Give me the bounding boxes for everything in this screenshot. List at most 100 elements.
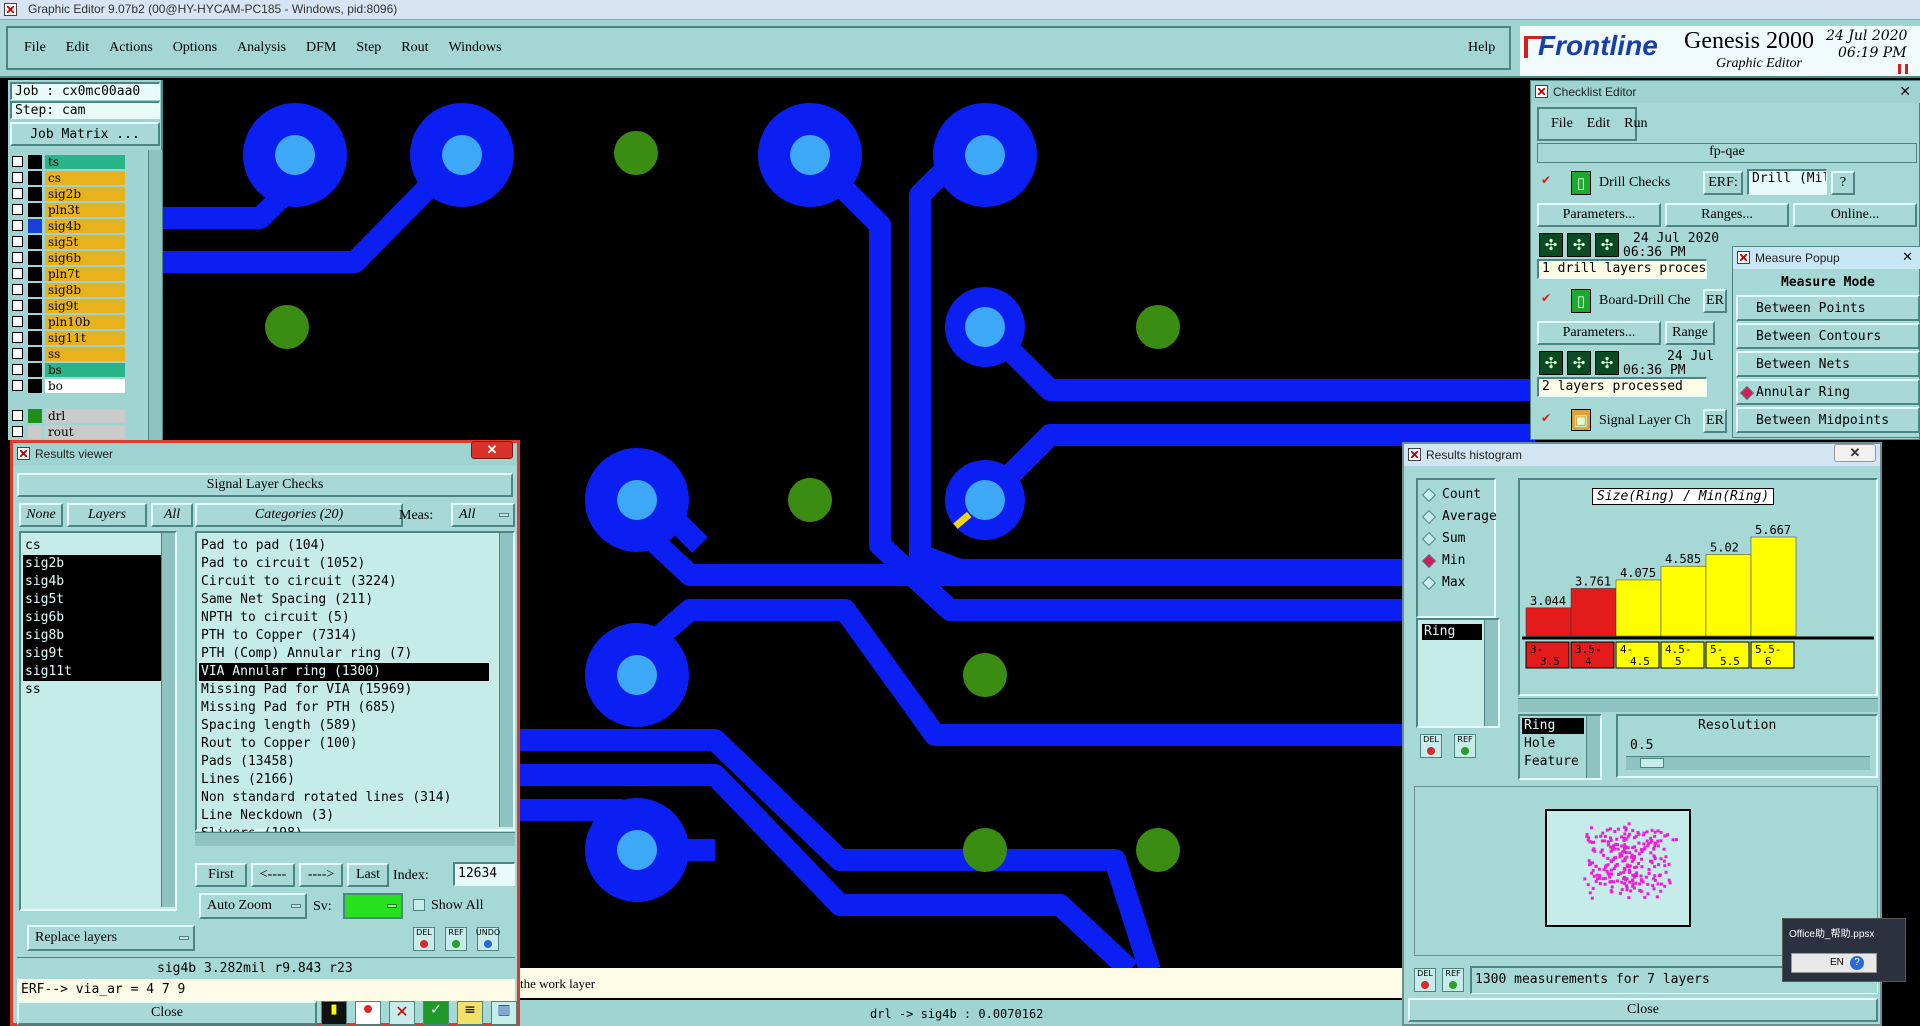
layer-checkbox[interactable] [12, 252, 23, 263]
meas-select[interactable]: All [451, 503, 515, 527]
layer-checkbox[interactable] [12, 426, 23, 437]
layer-row[interactable]: ss [10, 346, 130, 362]
layer-checkbox[interactable] [12, 348, 23, 359]
category-hscroll[interactable] [195, 832, 515, 846]
category-item[interactable]: Pads (13458) [199, 753, 489, 771]
histogram-option-radio[interactable] [1421, 575, 1437, 591]
check-drill-erf-value[interactable]: Drill (Mil [1747, 169, 1827, 195]
tool-bars-icon[interactable]: ▥ [491, 1001, 517, 1025]
axis-item-ring[interactable]: Ring [1522, 718, 1584, 734]
category-item[interactable]: Line Neckdown (3) [199, 807, 489, 825]
layer-row[interactable]: rout [10, 424, 130, 440]
histogram-bar[interactable] [1750, 536, 1797, 637]
rv-close-button[interactable]: Close [17, 1001, 317, 1025]
checklist-menu-file[interactable]: File [1551, 116, 1573, 132]
histogram-list-scrollbar[interactable] [1484, 620, 1498, 726]
histogram-list-item[interactable]: Ring [1422, 624, 1482, 640]
category-item[interactable]: VIA Annular ring (1300) [199, 663, 489, 681]
menu-rout[interactable]: Rout [401, 40, 428, 56]
menu-analysis[interactable]: Analysis [237, 40, 286, 56]
axis-list-scrollbar[interactable] [1586, 716, 1600, 778]
histogram-option-radio[interactable] [1421, 487, 1437, 503]
measure-mode-item[interactable]: Between Points [1736, 295, 1920, 321]
histogram-close-button[interactable]: Close [1408, 998, 1878, 1022]
measure-mode-item[interactable]: Annular Ring [1736, 379, 1920, 405]
check-drill-online[interactable]: Online... [1793, 203, 1917, 227]
layer-row[interactable]: sig8b [10, 282, 130, 298]
check-drill-help[interactable]: ? [1831, 171, 1855, 195]
check-enabled-icon[interactable]: ✔ [1541, 291, 1551, 305]
histogram-option-radio[interactable] [1421, 553, 1437, 569]
histogram-bar[interactable] [1525, 607, 1572, 637]
layer-row[interactable]: sig5t [10, 234, 130, 250]
rv-layer-item[interactable]: cs [23, 537, 163, 555]
category-item[interactable]: PTH to Copper (7314) [199, 627, 489, 645]
histogram-close-x[interactable]: ✕ [1834, 444, 1876, 462]
layer-row[interactable]: bo [10, 378, 130, 394]
hist-ref-button[interactable]: REF [1454, 734, 1476, 758]
menu-file[interactable]: File [24, 40, 46, 56]
layer-row[interactable]: sig4b [10, 218, 130, 234]
histogram-option-radio[interactable] [1421, 531, 1437, 547]
layer-row[interactable]: cs [10, 170, 130, 186]
menu-edit[interactable]: Edit [66, 40, 89, 56]
check-board-drill-label[interactable]: Board-Drill Che [1599, 293, 1690, 309]
measure-mode-item[interactable]: Between Midpoints [1736, 407, 1920, 433]
undo-button[interactable]: UNDO [476, 927, 500, 951]
category-item[interactable]: Rout to Copper (100) [199, 735, 489, 753]
category-item[interactable]: Missing Pad for VIA (15969) [199, 681, 489, 699]
histogram-bar[interactable] [1705, 554, 1752, 637]
last-button[interactable]: Last [347, 863, 389, 887]
layer-row[interactable]: pln10b [10, 314, 130, 330]
menu-step[interactable]: Step [356, 40, 381, 56]
sv-color-select[interactable] [343, 893, 403, 919]
histogram-bar[interactable] [1570, 588, 1617, 637]
layer-checkbox[interactable] [12, 410, 23, 421]
tool-list-icon[interactable]: ≡ [457, 1001, 483, 1025]
layer-checkbox[interactable] [12, 156, 23, 167]
axis-item-feature[interactable]: Feature [1522, 754, 1579, 769]
ime-lang[interactable]: EN [1830, 957, 1844, 968]
measure-mode-item[interactable]: Between Nets [1736, 351, 1920, 377]
tool-record-icon[interactable] [355, 1001, 381, 1025]
category-item[interactable]: Pad to pad (104) [199, 537, 489, 555]
run-icon[interactable]: ✣ [1595, 233, 1619, 257]
rv-layer-item[interactable]: sig8b [23, 627, 163, 645]
menu-actions[interactable]: Actions [109, 40, 153, 56]
menu-windows[interactable]: Windows [449, 40, 502, 56]
category-item[interactable]: Non standard rotated lines (314) [199, 789, 489, 807]
check-enabled-icon[interactable]: ✔ [1541, 173, 1553, 187]
check-drill-ranges[interactable]: Ranges... [1665, 203, 1789, 227]
measure-popup-close-icon[interactable]: ✕ [1902, 249, 1913, 265]
hist-del-button-bottom[interactable]: DEL [1414, 968, 1436, 992]
tool-cross-icon[interactable]: ✕ [389, 1001, 415, 1025]
rv-layer-item[interactable]: sig11t [23, 663, 163, 681]
hist-del-button[interactable]: DEL [1420, 734, 1442, 758]
menu-options[interactable]: Options [173, 40, 217, 56]
layer-checkbox[interactable] [12, 300, 23, 311]
histogram-bar[interactable] [1615, 579, 1662, 637]
next-button[interactable]: ----> [299, 863, 343, 887]
layer-checkbox[interactable] [12, 188, 23, 199]
run-icon[interactable]: ✣ [1567, 233, 1591, 257]
run-icon[interactable]: ✣ [1567, 351, 1591, 375]
replace-layers-select[interactable]: Replace layers [27, 925, 195, 951]
rv-layer-item[interactable]: ss [23, 681, 163, 699]
category-item[interactable]: Spacing length (589) [199, 717, 489, 735]
check-signal-label[interactable]: Signal Layer Ch [1599, 413, 1691, 429]
help-circle-icon[interactable]: ? [1850, 956, 1864, 970]
layer-row[interactable]: bs [10, 362, 130, 378]
show-all-checkbox[interactable] [413, 899, 425, 911]
layers-tab[interactable]: Layers [67, 503, 147, 527]
measure-mode-item[interactable]: Between Contours [1736, 323, 1920, 349]
check-board-drill-params[interactable]: Parameters... [1537, 321, 1661, 345]
check-enabled-icon[interactable]: ✔ [1541, 411, 1551, 425]
category-item[interactable]: PTH (Comp) Annular ring (7) [199, 645, 489, 663]
results-viewer-close-x[interactable]: ✕ [471, 441, 513, 459]
ref-button[interactable]: REF [445, 927, 467, 951]
rv-layer-item[interactable]: sig4b [23, 573, 163, 591]
resolution-slider[interactable] [1626, 756, 1870, 770]
check-drill-label[interactable]: Drill Checks [1599, 175, 1670, 191]
rv-layer-item[interactable]: sig6b [23, 609, 163, 627]
layer-checkbox[interactable] [12, 204, 23, 215]
